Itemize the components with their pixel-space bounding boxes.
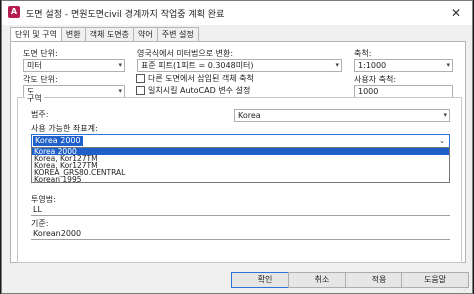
drawing-settings-dialog: A 도면 설정 - 면원도면civil 경계까지 작업중 계획 완료 ✕ 단위 …	[1, 0, 473, 294]
chevron-down-icon: ▾	[118, 87, 122, 95]
tab-abbreviations[interactable]: 약어	[132, 27, 158, 41]
datum-value: Korean2000	[31, 228, 450, 240]
angle-units-label: 각도 단위:	[23, 75, 58, 84]
projection-value: LL	[31, 204, 450, 216]
match-autocad-checkbox[interactable]: 일치시킬 AutoCAD 변수 설정	[136, 85, 250, 96]
category-value: Korea	[238, 111, 261, 120]
scale-objects-label: 다른 도면에서 삽입된 객체 축척	[148, 74, 254, 83]
scale-label: 축척:	[354, 49, 372, 58]
zone-group-title: 구역	[25, 93, 44, 104]
tab-transformation[interactable]: 변환	[60, 27, 86, 41]
custom-scale-label: 사용자 축척:	[354, 75, 397, 84]
match-autocad-label: 일치시킬 AutoCAD 변수 설정	[148, 86, 251, 95]
drawing-units-select[interactable]: 미터 ▾	[23, 59, 125, 72]
coordinate-system-label: 사용 가능한 좌표계:	[31, 124, 98, 133]
checkbox-box-icon	[136, 86, 145, 95]
dropdown-option[interactable]: Korean 1995	[32, 176, 449, 182]
coordinate-system-select[interactable]: Korea 2000 ⌄	[31, 134, 450, 148]
tab-object-layers[interactable]: 객체 도면층	[84, 27, 134, 41]
checkbox-box-icon	[136, 74, 145, 83]
dropdown-option[interactable]: KOREA_GRS80.CENTRAL	[32, 169, 449, 177]
scale-select[interactable]: 1:1000 ▾	[354, 59, 453, 72]
tab-strip: 단위 및 구역 변환 객체 도면층 약어 주변 설정	[10, 27, 199, 42]
imperial-conversion-label: 영국식에서 미터법으로 변환:	[137, 49, 234, 58]
tab-ambient-settings[interactable]: 주변 설정	[156, 27, 199, 41]
tab-units-zone[interactable]: 단위 및 구역	[10, 27, 62, 42]
imperial-conversion-value: 표준 피트(1피트 = 0.3048미터)	[141, 61, 254, 70]
drawing-units-label: 도면 단위:	[23, 49, 58, 58]
category-select[interactable]: Korea ▾	[234, 109, 450, 122]
drawing-units-value: 미터	[27, 61, 42, 70]
help-button[interactable]: 도움말	[401, 272, 469, 288]
chevron-down-icon: ▾	[443, 111, 447, 119]
chevron-down-icon: ▾	[446, 61, 450, 69]
scale-value: 1:1000	[358, 61, 387, 70]
title-bar: A 도면 설정 - 면원도면civil 경계까지 작업중 계획 완료 ✕	[2, 1, 472, 25]
coordinate-system-value: Korea 2000	[33, 136, 83, 146]
imperial-conversion-select[interactable]: 표준 피트(1피트 = 0.3048미터) ▾	[137, 59, 342, 72]
scale-objects-checkbox[interactable]: 다른 도면에서 삽입된 객체 축척	[136, 73, 254, 84]
autocad-app-icon: A	[8, 6, 20, 18]
close-icon[interactable]: ✕	[446, 4, 466, 22]
chevron-down-icon: ▾	[335, 61, 339, 69]
window-title: 도면 설정 - 면원도면civil 경계까지 작업중 계획 완료	[26, 10, 225, 20]
resize-grip-icon[interactable]: ⋰	[463, 284, 470, 292]
chevron-down-icon: ▾	[118, 61, 122, 69]
chevron-down-icon: ⌄	[439, 137, 445, 145]
category-label: 범주:	[31, 110, 49, 119]
coordinate-system-dropdown-list: Korea 2000 Korea, Kor127TM Korea, Kor127…	[31, 147, 450, 183]
